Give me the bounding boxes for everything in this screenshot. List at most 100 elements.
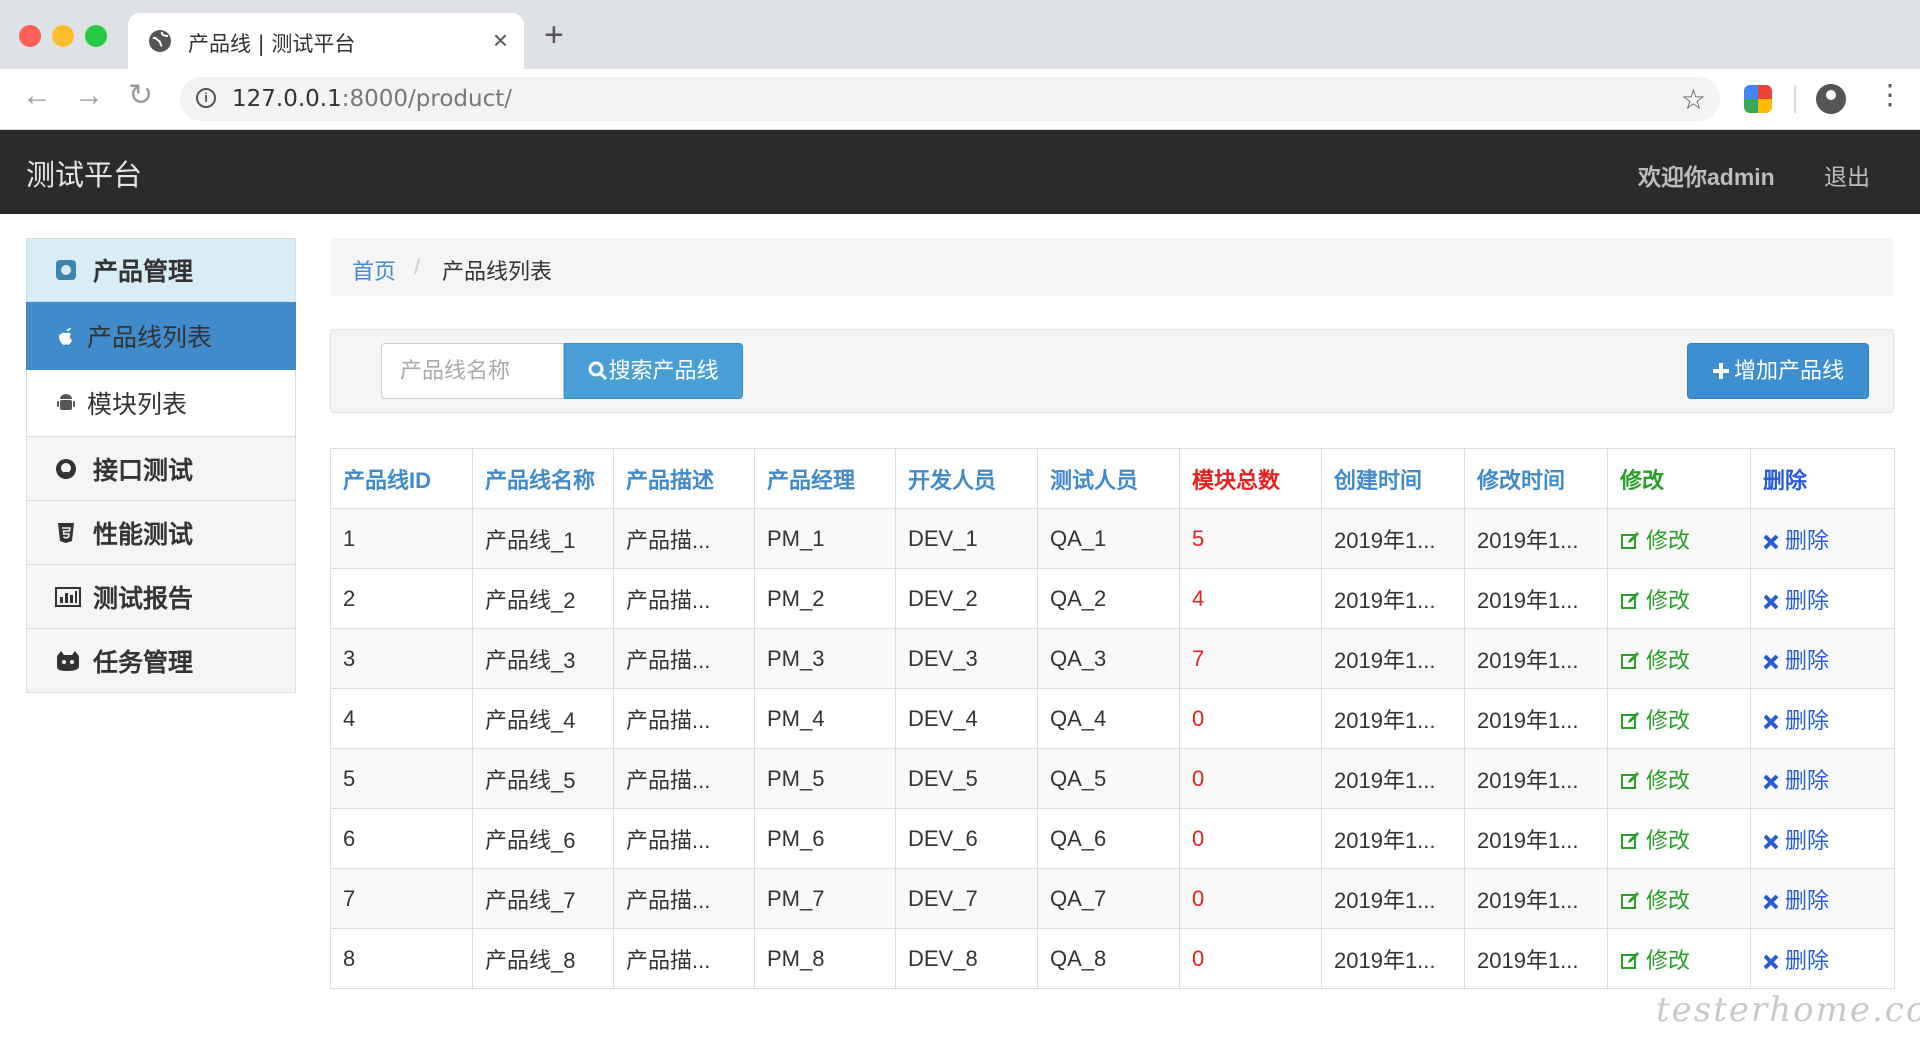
- delete-link[interactable]: 删除: [1750, 868, 1895, 929]
- search-product-line-button[interactable]: 搜索产品线: [564, 343, 743, 399]
- delete-link[interactable]: 删除: [1750, 928, 1895, 989]
- reload-icon[interactable]: ↻: [128, 81, 153, 111]
- browser-tab[interactable]: 产品线 | 测试平台 ×: [128, 13, 524, 69]
- table-cell: DEV_7: [895, 868, 1038, 929]
- back-icon[interactable]: ←: [22, 81, 52, 111]
- table-cell: 产品线_1: [472, 508, 614, 569]
- table-cell: 5: [1179, 508, 1322, 569]
- breadcrumb-separator: /: [414, 254, 421, 279]
- remove-icon: [1763, 714, 1779, 729]
- column-header: 修改: [1607, 448, 1751, 509]
- address-bar[interactable]: i 127.0.0.1:8000/product/ ☆: [180, 77, 1720, 121]
- column-header: 产品描述: [613, 448, 755, 509]
- app-navbar: 测试平台 欢迎你admin 退出: [0, 130, 1920, 214]
- table-cell: 2019年1...: [1464, 748, 1608, 809]
- table-row: 6 产品线_6 产品描... PM_6 DEV_6 QA_6 0 2019年1... 2019年…: [330, 808, 1895, 869]
- table-cell: 产品线_8: [472, 928, 614, 989]
- minimize-window-button[interactable]: [52, 25, 74, 47]
- table-cell: 2019年1...: [1321, 748, 1465, 809]
- brand-title[interactable]: 测试平台: [26, 152, 142, 194]
- column-header: 测试人员: [1037, 448, 1180, 509]
- delete-link[interactable]: 删除: [1750, 628, 1895, 689]
- profile-icon[interactable]: [1816, 84, 1846, 114]
- edit-link[interactable]: 修改: [1607, 508, 1751, 569]
- table-cell: 0: [1179, 688, 1322, 749]
- close-window-button[interactable]: [19, 25, 41, 47]
- tab-title: 产品线 | 测试平台: [188, 32, 356, 56]
- table-cell: PM_7: [754, 868, 896, 929]
- maximize-window-button[interactable]: [85, 25, 107, 47]
- delete-link[interactable]: 删除: [1750, 808, 1895, 869]
- product-line-name-input[interactable]: [381, 343, 564, 399]
- sidebar-item-test-report[interactable]: 测试报告: [26, 565, 296, 629]
- new-tab-icon[interactable]: +: [544, 18, 564, 52]
- edit-link[interactable]: 修改: [1607, 688, 1751, 749]
- table-cell: QA_1: [1037, 508, 1180, 569]
- sidebar-item-task-management[interactable]: 任务管理: [26, 629, 296, 693]
- sidebar-item-product-list[interactable]: 产品线列表: [26, 302, 296, 370]
- table-cell: 产品线_3: [472, 628, 614, 689]
- edit-icon: [1621, 531, 1639, 549]
- table-cell: 2019年1...: [1464, 868, 1608, 929]
- table-cell: 7: [330, 868, 473, 929]
- table-cell: 2019年1...: [1321, 508, 1465, 569]
- table-cell: 2019年1...: [1321, 628, 1465, 689]
- table-cell: 产品描...: [613, 928, 755, 989]
- edit-link[interactable]: 修改: [1607, 868, 1751, 929]
- table-cell: QA_4: [1037, 688, 1180, 749]
- welcome-text: 欢迎你admin: [1638, 164, 1775, 190]
- table-cell: PM_4: [754, 688, 896, 749]
- sidebar-item-api-test[interactable]: 接口测试: [26, 437, 296, 501]
- edit-link[interactable]: 修改: [1607, 568, 1751, 629]
- url-text[interactable]: 127.0.0.1:8000/product/: [232, 86, 512, 112]
- android-icon: [57, 394, 75, 410]
- edit-icon: [1621, 771, 1639, 789]
- add-product-line-button[interactable]: 增加产品线: [1687, 343, 1869, 399]
- sidebar-item-performance-test[interactable]: 性能测试: [26, 501, 296, 565]
- breadcrumb-current: 产品线列表: [442, 259, 553, 284]
- extension-icon[interactable]: [1744, 85, 1772, 113]
- table-cell: 4: [1179, 568, 1322, 629]
- delete-link[interactable]: 删除: [1750, 568, 1895, 629]
- delete-link[interactable]: 删除: [1750, 508, 1895, 569]
- table-cell: 3: [330, 628, 473, 689]
- table-cell: 产品描...: [613, 748, 755, 809]
- table-cell: DEV_5: [895, 748, 1038, 809]
- logout-link[interactable]: 退出: [1824, 158, 1870, 192]
- table-cell: 产品线_6: [472, 808, 614, 869]
- table-cell: 2019年1...: [1321, 568, 1465, 629]
- sidebar: 产品管理 产品线列表 模块列表 接口测试 性能测试 测试报告 任务管理: [26, 238, 296, 693]
- sidebar-item-module-list[interactable]: 模块列表: [26, 370, 296, 437]
- table-cell: 0: [1179, 808, 1322, 869]
- column-header: 产品线ID: [330, 448, 473, 509]
- forward-icon[interactable]: →: [74, 81, 104, 111]
- edit-link[interactable]: 修改: [1607, 928, 1751, 989]
- table-cell: 2019年1...: [1321, 928, 1465, 989]
- edit-link[interactable]: 修改: [1607, 628, 1751, 689]
- column-header: 产品经理: [754, 448, 896, 509]
- remove-icon: [1763, 894, 1779, 909]
- remove-icon: [1763, 594, 1779, 609]
- table-cell: 2019年1...: [1464, 508, 1608, 569]
- table-cell: 4: [330, 688, 473, 749]
- edit-link[interactable]: 修改: [1607, 748, 1751, 809]
- table-cell: 6: [330, 808, 473, 869]
- table-row: 8 产品线_8 产品描... PM_8 DEV_8 QA_8 0 2019年1... 2019年…: [330, 928, 1895, 989]
- table-cell: 产品描...: [613, 508, 755, 569]
- edit-link[interactable]: 修改: [1607, 808, 1751, 869]
- column-header: 开发人员: [895, 448, 1038, 509]
- browser-menu-icon[interactable]: ⋮: [1876, 81, 1904, 109]
- sidebar-header-product-management[interactable]: 产品管理: [26, 238, 296, 302]
- tab-close-icon[interactable]: ×: [493, 25, 508, 56]
- table-cell: DEV_8: [895, 928, 1038, 989]
- breadcrumb-home-link[interactable]: 首页: [352, 254, 396, 286]
- delete-link[interactable]: 删除: [1750, 688, 1895, 749]
- breadcrumb: 首页 / 产品线列表: [330, 238, 1894, 296]
- delete-link[interactable]: 删除: [1750, 748, 1895, 809]
- table-cell: 2019年1...: [1321, 868, 1465, 929]
- table-cell: QA_3: [1037, 628, 1180, 689]
- info-icon[interactable]: i: [196, 88, 216, 108]
- bookmark-star-icon[interactable]: ☆: [1681, 83, 1706, 116]
- table-cell: 产品描...: [613, 808, 755, 869]
- table-cell: DEV_4: [895, 688, 1038, 749]
